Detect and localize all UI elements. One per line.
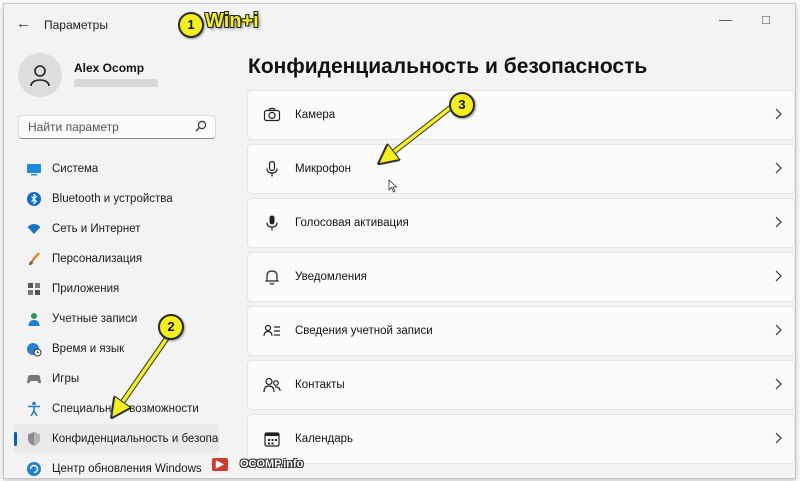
step-2-badge: 2 <box>158 314 184 340</box>
watermark-badge: ▶ <box>212 458 228 471</box>
arrow-to-microphone <box>386 105 453 158</box>
arrow-to-privacy <box>117 335 170 410</box>
step-1-badge: 1 <box>178 12 204 38</box>
hotkey-label: Win+i <box>205 10 259 32</box>
step-3-badge: 3 <box>449 92 475 118</box>
annotation-arrows <box>0 105 453 481</box>
watermark-text: OCOMP.info <box>240 458 304 470</box>
